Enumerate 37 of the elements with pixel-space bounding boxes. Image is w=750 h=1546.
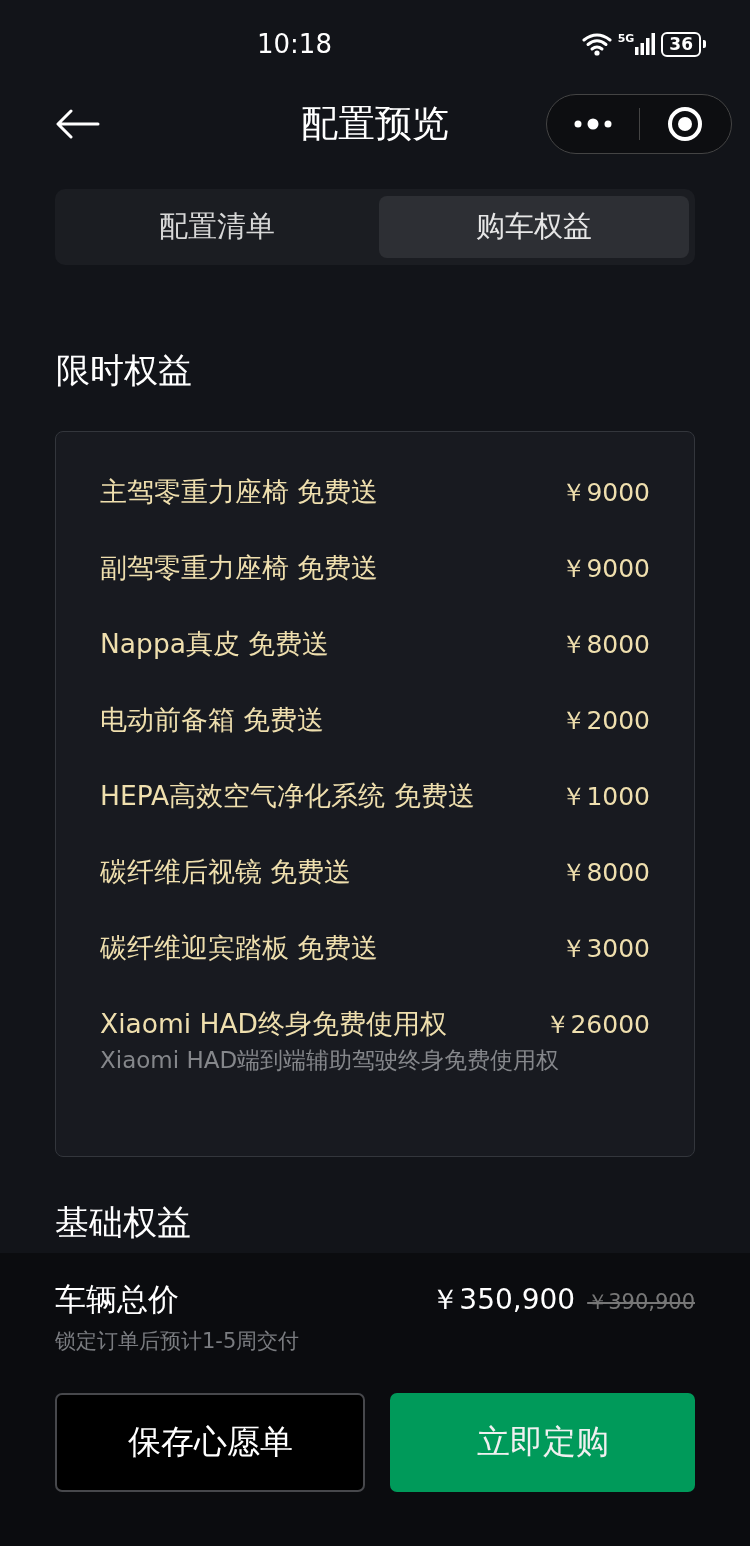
benefit-name: 主驾零重力座椅 免费送	[100, 475, 379, 509]
target-circle-icon	[667, 106, 704, 142]
wifi-icon	[581, 32, 612, 56]
network-label: 5G	[617, 33, 635, 44]
benefit-price: ￥3000	[561, 932, 650, 965]
benefit-price: ￥9000	[561, 476, 650, 509]
delivery-note: 锁定订单后预计1-5周交付	[55, 1328, 301, 1355]
back-arrow-icon	[56, 109, 100, 139]
more-dots-icon	[573, 118, 612, 130]
benefit-name: 碳纤维后视镜 免费送	[100, 855, 352, 889]
benefit-price: ￥2000	[561, 704, 650, 737]
original-price: ￥390,900	[587, 1289, 695, 1316]
benefit-price: ￥8000	[561, 856, 650, 889]
status-time: 10:18	[257, 29, 332, 59]
tab[interactable]: 购车权益	[378, 196, 689, 258]
page-title: 配置预览	[301, 101, 449, 147]
benefit-price: ￥26000	[545, 1008, 650, 1041]
benefit-name: 碳纤维迎宾踏板 免费送	[100, 931, 379, 965]
benefit-price: ￥9000	[561, 552, 650, 585]
benefit-name: Xiaomi HAD终身免费使用权	[100, 1007, 448, 1041]
signal-icon	[635, 33, 656, 55]
battery-tip-icon	[703, 40, 706, 48]
benefit-price: ￥1000	[561, 780, 650, 813]
benefit-name: 电动前备箱 免费送	[100, 703, 325, 737]
benefit-name: Nappa真皮 免费送	[100, 627, 330, 661]
battery-level: 36	[661, 31, 701, 57]
total-price: ￥350,900	[431, 1282, 576, 1318]
benefit-name: HEPA高效空气净化系统 免费送	[100, 779, 475, 813]
back-button[interactable]	[56, 109, 100, 139]
total-label: 车辆总价	[55, 1280, 179, 1319]
section-title: 基础权益	[55, 1201, 192, 1243]
benefit-name: 副驾零重力座椅 免费送	[100, 551, 379, 585]
wishlist-button[interactable]: 保存心愿单	[55, 1393, 365, 1492]
benefit-price: ￥8000	[561, 628, 650, 661]
tab[interactable]: 配置清单	[62, 196, 373, 258]
section-title: 限时权益	[56, 349, 193, 391]
benefit-description: Xiaomi HAD端到端辅助驾驶终身免费使用权	[100, 1046, 561, 1075]
